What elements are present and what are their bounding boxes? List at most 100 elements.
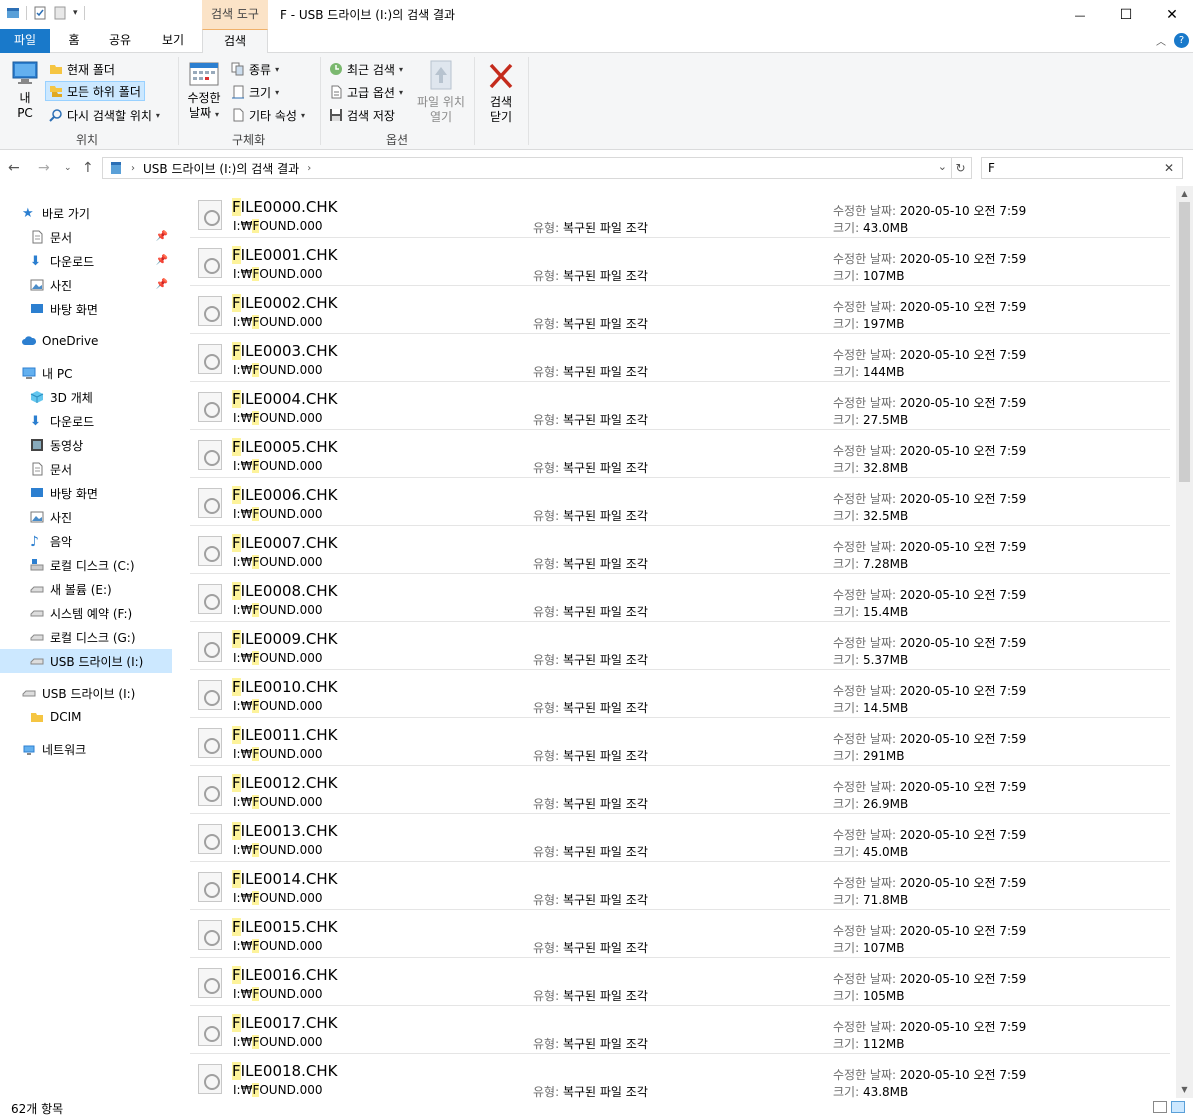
list-item[interactable]: FILE0001.CHK I:₩FOUND.000 유형: 복구된 파일 조각 수정한… [190,238,1170,286]
tab-home[interactable]: 홈 [56,29,92,53]
sidebar-item-this-pc[interactable]: 내 PC [0,361,172,385]
search-input[interactable]: F ✕ [981,157,1183,179]
size-value: 71.8MB [862,893,909,907]
date-modified-button[interactable]: 수정한 날짜 ▾ [184,59,224,122]
tab-file[interactable]: 파일 [0,29,50,53]
content-view-icon[interactable] [1171,1101,1185,1113]
this-pc-button[interactable]: 내 PC [8,59,42,121]
list-item[interactable]: FILE0018.CHK I:₩FOUND.000 유형: 복구된 파일 조각 수정한… [190,1054,1170,1100]
size-button[interactable]: 크기 ▾ [228,82,282,102]
refresh-button[interactable]: ↻ [950,157,972,179]
all-subfolders-button[interactable]: 모든 하위 폴더 [45,81,145,101]
open-file-location-button[interactable]: 파일 위치 열기 [414,59,468,125]
sidebar-item-quick-access[interactable]: ★ 바로 가기 [0,201,172,225]
sidebar-item-network[interactable]: 네트워크 [0,737,172,761]
list-item[interactable]: FILE0011.CHK I:₩FOUND.000 유형: 복구된 파일 조각 수정한… [190,718,1170,766]
advanced-options-button[interactable]: 고급 옵션 ▾ [326,82,406,102]
size-value: 43.8MB [862,1085,909,1099]
sidebar-item-dcim[interactable]: DCIM [0,705,172,729]
address-dropdown-icon[interactable]: ⌄ [938,160,947,173]
sidebar-item-local-disk-g[interactable]: 로컬 디스크 (G:) [0,625,172,649]
tab-search[interactable]: 검색 [202,29,268,54]
sidebar-item-downloads-pc[interactable]: ⬇ 다운로드 [0,409,172,433]
sidebar-item-pictures-pc[interactable]: 사진 [0,505,172,529]
recent-searches-button[interactable]: 최근 검색 ▾ [326,59,406,79]
list-item[interactable]: FILE0010.CHK I:₩FOUND.000 유형: 복구된 파일 조각 수정한… [190,670,1170,718]
forward-arrow-icon[interactable]: → [38,160,50,176]
sidebar-item-music[interactable]: ♪ 음악 [0,529,172,553]
current-folder-button[interactable]: 현재 폴더 [46,59,118,79]
list-item[interactable]: FILE0002.CHK I:₩FOUND.000 유형: 복구된 파일 조각 수정한… [190,286,1170,334]
details-view-icon[interactable] [1153,1101,1167,1113]
list-item[interactable]: FILE0003.CHK I:₩FOUND.000 유형: 복구된 파일 조각 수정한… [190,334,1170,382]
sidebar-item-pictures[interactable]: 사진 📌 [0,273,172,297]
sidebar-item-desktop-pc[interactable]: 바탕 화면 [0,481,172,505]
close-search-button[interactable]: 검색 닫기 [482,59,520,125]
minimize-button[interactable]: — [1057,0,1103,30]
collapse-ribbon-icon[interactable]: ︿ [1156,33,1166,48]
breadcrumb-path[interactable]: USB 드라이브 (I:)의 검색 결과 [143,160,299,177]
list-item[interactable]: FILE0015.CHK I:₩FOUND.000 유형: 복구된 파일 조각 수정한… [190,910,1170,958]
list-item[interactable]: FILE0009.CHK I:₩FOUND.000 유형: 복구된 파일 조각 수정한… [190,622,1170,670]
sidebar-item-videos[interactable]: 동영상 [0,433,172,457]
breadcrumb-chevron-icon[interactable]: › [131,163,135,174]
scrollbar-thumb[interactable] [1179,202,1190,482]
pin-icon[interactable]: 📌 [156,255,168,266]
match-highlight: F [232,198,241,216]
file-type: 유형: 복구된 파일 조각 [533,651,648,668]
tab-share[interactable]: 공유 [100,29,140,53]
new-folder-icon[interactable] [53,6,67,20]
search-again-button[interactable]: 다시 검색할 위치 ▾ [46,105,163,125]
list-item[interactable]: FILE0008.CHK I:₩FOUND.000 유형: 복구된 파일 조각 수정한… [190,574,1170,622]
list-item[interactable]: FILE0005.CHK I:₩FOUND.000 유형: 복구된 파일 조각 수정한… [190,430,1170,478]
other-properties-button[interactable]: 기타 속성 ▾ [228,105,308,125]
list-item[interactable]: FILE0016.CHK I:₩FOUND.000 유형: 복구된 파일 조각 수정한… [190,958,1170,1006]
breadcrumb-chevron-icon[interactable]: › [307,163,311,174]
kind-button[interactable]: 종류 ▾ [228,59,282,79]
pin-icon[interactable]: 📌 [156,279,168,290]
list-item[interactable]: FILE0000.CHK I:₩FOUND.000 유형: 복구된 파일 조각 수정한… [190,190,1170,238]
explorer-icon[interactable] [6,6,20,20]
sidebar-item-usb-root[interactable]: USB 드라이브 (I:) [0,681,172,705]
save-search-button[interactable]: 검색 저장 [326,105,398,125]
list-item[interactable]: FILE0017.CHK I:₩FOUND.000 유형: 복구된 파일 조각 수정한… [190,1006,1170,1054]
list-item[interactable]: FILE0013.CHK I:₩FOUND.000 유형: 복구된 파일 조각 수정한… [190,814,1170,862]
list-item[interactable]: FILE0007.CHK I:₩FOUND.000 유형: 복구된 파일 조각 수정한… [190,526,1170,574]
up-arrow-icon[interactable]: ↑ [82,160,94,176]
sidebar-item-local-disk-c[interactable]: 로컬 디스크 (C:) [0,553,172,577]
customize-qat-icon[interactable]: ▾ [73,8,78,18]
back-arrow-icon[interactable]: ← [8,160,20,176]
date-value: 2020-05-10 오전 7:59 [899,1020,1027,1034]
sidebar-item-volume-e[interactable]: 새 볼륨 (E:) [0,577,172,601]
sidebar-item-documents[interactable]: 문서 📌 [0,225,172,249]
address-bar[interactable]: › USB 드라이브 (I:)의 검색 결과 › ⌄ [102,157,952,179]
clear-search-icon[interactable]: ✕ [1164,161,1174,175]
sidebar-item-3d-objects[interactable]: 3D 개체 [0,385,172,409]
tab-view[interactable]: 보기 [150,29,196,53]
close-button[interactable]: ✕ [1149,0,1193,30]
recent-locations-chevron-icon[interactable]: ⌄ [64,163,72,173]
sidebar-item-desktop[interactable]: 바탕 화면 [0,297,172,321]
size-value: 27.5MB [862,413,909,427]
properties-icon[interactable] [33,6,47,20]
vertical-scrollbar[interactable]: ▲ ▼ [1176,186,1193,1098]
list-item[interactable]: FILE0006.CHK I:₩FOUND.000 유형: 복구된 파일 조각 수정한… [190,478,1170,526]
list-item[interactable]: FILE0014.CHK I:₩FOUND.000 유형: 복구된 파일 조각 수정한… [190,862,1170,910]
maximize-button[interactable]: ☐ [1103,0,1149,30]
advanced-options-label: 고급 옵션 [347,85,395,100]
scroll-up-icon[interactable]: ▲ [1176,186,1193,202]
size-label: 크기: [833,701,860,715]
list-item[interactable]: FILE0012.CHK I:₩FOUND.000 유형: 복구된 파일 조각 수정한… [190,766,1170,814]
sidebar-item-system-reserved-f[interactable]: 시스템 예약 (F:) [0,601,172,625]
sidebar-item-onedrive[interactable]: OneDrive [0,329,172,353]
pin-icon[interactable]: 📌 [156,231,168,242]
file-path-rest: OUND.000 [259,987,323,1001]
sidebar-item-usb-drive-i[interactable]: USB 드라이브 (I:) [0,649,172,673]
list-item[interactable]: FILE0004.CHK I:₩FOUND.000 유형: 복구된 파일 조각 수정한… [190,382,1170,430]
scroll-down-icon[interactable]: ▼ [1176,1082,1193,1098]
sidebar-item-downloads[interactable]: ⬇ 다운로드 📌 [0,249,172,273]
size-value: 7.28MB [862,557,909,571]
sidebar-item-documents-pc[interactable]: 문서 [0,457,172,481]
type-value: 복구된 파일 조각 [562,797,648,811]
help-icon[interactable]: ? [1174,33,1189,48]
